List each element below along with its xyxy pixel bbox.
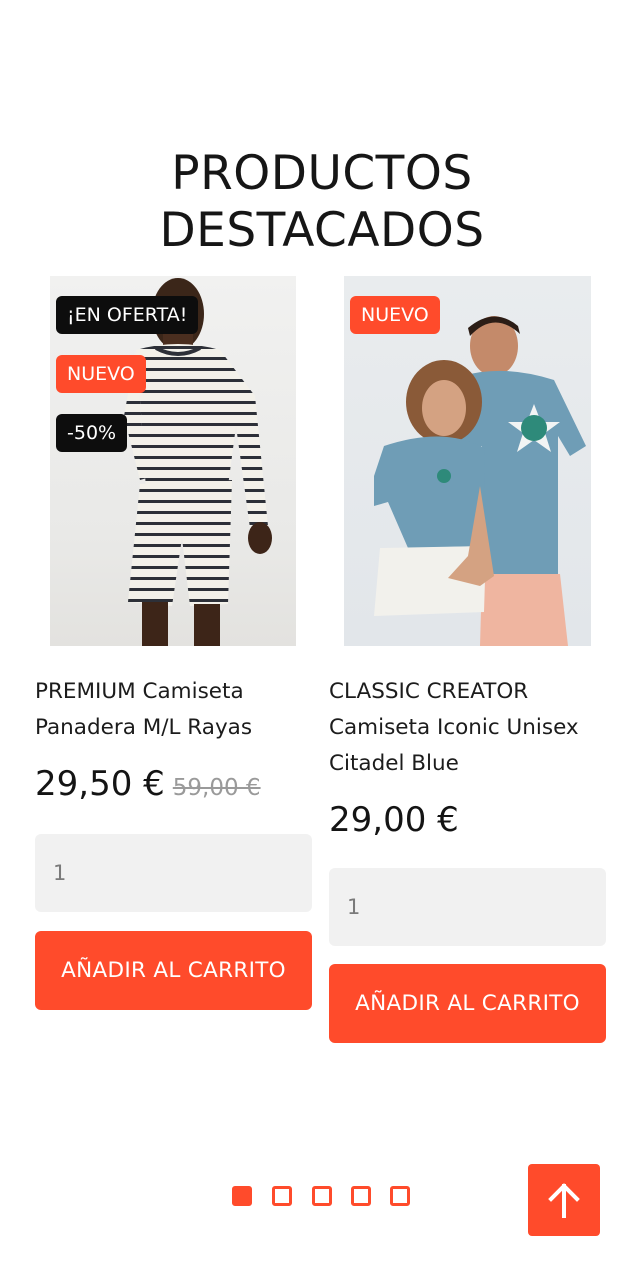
badge-sale: ¡EN OFERTA! [56,296,199,334]
product-old-price: 59,00 € [172,775,261,801]
badge-discount: -50% [56,414,128,452]
product-name[interactable]: CLASSIC CREATOR Camiseta Iconic Unisex C… [329,674,611,782]
section-title-line1: PRODUCTOS [171,146,473,201]
arrow-up-icon [548,1183,580,1218]
scroll-to-top-button[interactable] [528,1164,600,1236]
badge-new: NUEVO [350,296,440,334]
product-price: 29,50 € [35,764,165,804]
product-image[interactable]: NUEVO [344,276,591,646]
add-to-cart-button[interactable]: AÑADIR AL CARRITO [329,964,606,1043]
section-title: PRODUCTOS DESTACADOS [0,145,644,259]
pagination-dot-1[interactable] [232,1186,252,1206]
pagination-dot-5[interactable] [390,1186,410,1206]
pagination-dot-3[interactable] [312,1186,332,1206]
product-image[interactable]: ¡EN OFERTA! NUEVO -50% [50,276,296,646]
section-title-line2: DESTACADOS [159,203,485,258]
quantity-input[interactable] [329,868,606,946]
pagination-dot-2[interactable] [272,1186,292,1206]
price-row: 29,50 € 59,00 € [35,764,261,808]
price-row: 29,00 € [329,800,459,840]
product-name[interactable]: PREMIUM Camiseta Panadera M/L Rayas [35,674,317,746]
pagination-dot-4[interactable] [351,1186,371,1206]
quantity-input[interactable] [35,834,312,912]
add-to-cart-button[interactable]: AÑADIR AL CARRITO [35,931,312,1010]
product-price: 29,00 € [329,800,459,840]
badge-new: NUEVO [56,355,146,393]
